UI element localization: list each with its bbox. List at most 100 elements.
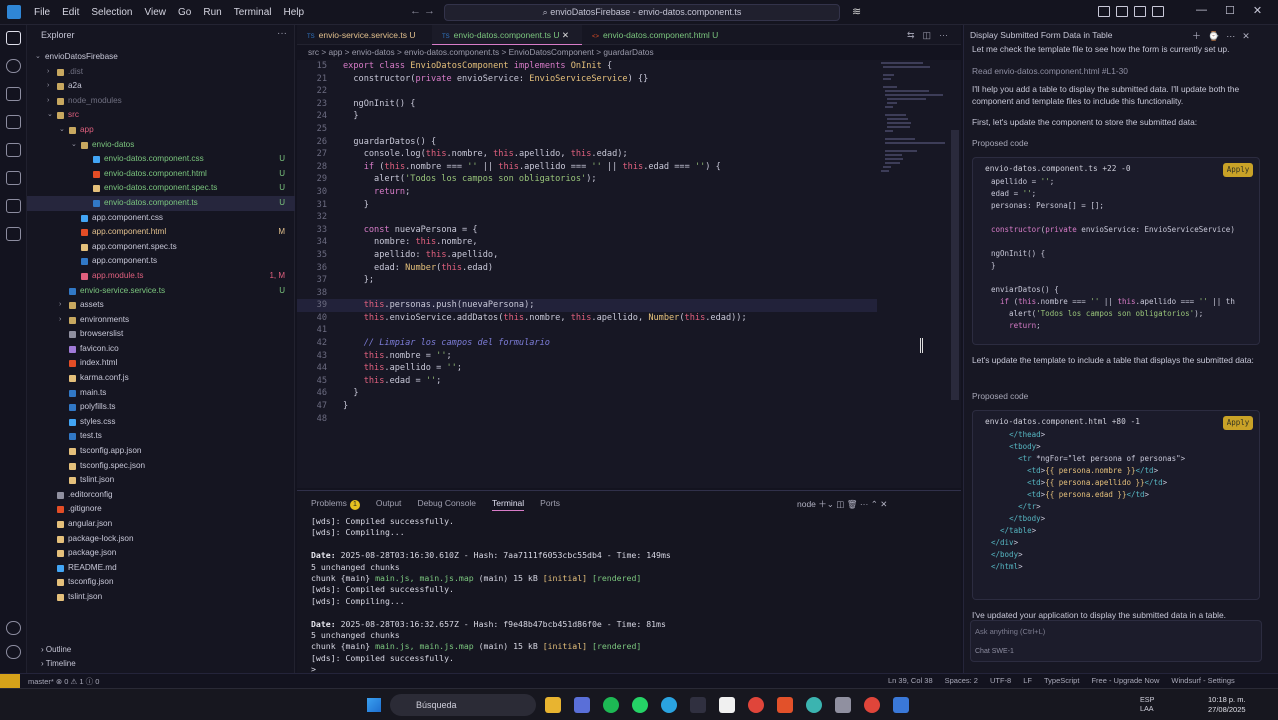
menu-help[interactable]: Help — [278, 7, 311, 18]
compare-icon[interactable]: ⇆ — [907, 30, 915, 41]
tree-item[interactable]: tslint.json — [27, 590, 295, 605]
run-debug-icon[interactable] — [6, 115, 21, 129]
tree-item[interactable]: › a2a — [27, 79, 295, 94]
customize-layout-icon[interactable] — [1152, 6, 1164, 17]
menu-view[interactable]: View — [139, 7, 173, 18]
toggle-sidebar-icon[interactable] — [1098, 6, 1110, 17]
tree-item[interactable]: envio-datos.component.ts U — [27, 195, 295, 211]
tree-item[interactable]: tsconfig.spec.json — [27, 459, 295, 474]
windows-start-icon[interactable] — [367, 698, 381, 712]
tree-item[interactable]: .gitignore — [27, 502, 295, 517]
vscode-app-icon[interactable] — [893, 697, 909, 713]
remote-explorer-icon[interactable] — [6, 143, 21, 157]
toggle-panel-icon[interactable] — [1116, 6, 1128, 17]
explorer-icon[interactable] — [6, 31, 21, 45]
menu-go[interactable]: Go — [172, 7, 197, 18]
tab-close-icon[interactable]: ✕ — [560, 30, 569, 40]
docker-icon[interactable] — [6, 227, 21, 241]
apply-button[interactable]: Apply — [1223, 163, 1253, 177]
tree-item[interactable]: karma.conf.js — [27, 371, 295, 386]
cursor-position[interactable]: Ln 39, Col 38 — [888, 676, 933, 685]
tree-item[interactable]: app.component.css — [27, 211, 295, 226]
tree-item[interactable]: tsconfig.json — [27, 575, 295, 590]
apply-button[interactable]: Apply — [1223, 416, 1253, 430]
tab-1[interactable]: TS envio-datos.component.ts U ✕ — [432, 25, 582, 45]
chat-actions[interactable]: ＋⌚⋯✕ — [1192, 29, 1257, 42]
command-center-search[interactable]: ⌕ envioDatosFirebase - envio-datos.compo… — [444, 4, 840, 21]
tree-item[interactable]: index.html — [27, 356, 295, 371]
close-window-icon[interactable]: ✕ — [1253, 4, 1262, 17]
chat-read-file[interactable]: Read envio-datos.component.html #L1-30 — [972, 65, 1267, 77]
tree-item[interactable]: polyfills.ts — [27, 400, 295, 415]
panel-tab-ports[interactable]: Ports — [540, 498, 560, 511]
terminal-output[interactable]: [wds]: Compiled successfully. [wds]: Comp… — [311, 516, 671, 675]
tree-item[interactable]: › node_modules — [27, 94, 295, 109]
edge-icon[interactable] — [806, 697, 822, 713]
line-ending[interactable]: LF — [1023, 676, 1032, 685]
testing-icon[interactable] — [6, 199, 21, 213]
code-block-filename[interactable]: envio-datos.component.html +80 -1 — [985, 417, 1140, 426]
tree-item[interactable]: main.ts — [27, 386, 295, 401]
tab-2[interactable]: <> envio-datos.component.html U — [582, 25, 742, 45]
source-control-icon[interactable] — [6, 87, 21, 101]
indentation[interactable]: Spaces: 2 — [945, 676, 978, 685]
notion-icon[interactable] — [719, 697, 735, 713]
panel-tab-debug-console[interactable]: Debug Console — [417, 498, 476, 511]
menu-file[interactable]: File — [28, 7, 56, 18]
tree-item[interactable]: envio-service.service.ts U — [27, 284, 295, 299]
taskbar-search[interactable]: Búsqueda — [390, 694, 536, 716]
tree-item[interactable]: favicon.ico — [27, 342, 295, 357]
tree-item[interactable]: styles.css — [27, 415, 295, 430]
settings-app-icon[interactable] — [574, 697, 590, 713]
tree-item[interactable]: angular.json — [27, 517, 295, 532]
file-explorer-icon[interactable] — [545, 697, 561, 713]
tree-item[interactable]: browserslist — [27, 327, 295, 342]
tree-item[interactable]: app.module.ts 1, M — [27, 269, 295, 284]
menu-terminal[interactable]: Terminal — [228, 7, 278, 18]
kill-terminal-icon[interactable]: 🗑 — [847, 499, 860, 509]
system-tray[interactable]: ESP LAA — [1140, 695, 1154, 713]
tree-item[interactable]: envio-datos.component.css U — [27, 152, 295, 167]
tree-item[interactable]: app.component.spec.ts — [27, 240, 295, 255]
windsurf-settings[interactable]: Windsurf - Settings — [1171, 676, 1234, 685]
tree-item[interactable]: › assets — [27, 298, 295, 313]
tree-item[interactable]: › environments — [27, 313, 295, 328]
nav-arrows-icon[interactable]: ← → — [410, 5, 435, 17]
close-panel-icon[interactable]: ✕ — [880, 499, 887, 509]
minimap[interactable] — [881, 62, 951, 172]
tree-item[interactable]: .editorconfig — [27, 488, 295, 503]
telegram-icon[interactable] — [661, 697, 677, 713]
split-editor-icon[interactable]: ◫ — [923, 30, 932, 41]
tree-item[interactable]: app.component.ts — [27, 254, 295, 269]
tree-item[interactable]: ⌄ envioDatosFirebase — [27, 50, 295, 65]
tab-0[interactable]: TS envio-service.service.ts U — [297, 25, 432, 45]
brave-icon[interactable] — [777, 697, 793, 713]
tree-item[interactable]: envio-datos.component.html U — [27, 167, 295, 182]
tree-item[interactable]: package-lock.json — [27, 532, 295, 547]
spotify-icon[interactable] — [603, 697, 619, 713]
more-actions-icon[interactable]: ··· — [277, 28, 287, 39]
menu-selection[interactable]: Selection — [85, 7, 138, 18]
tree-item[interactable]: app.component.html M — [27, 225, 295, 240]
tree-item[interactable]: envio-datos.component.spec.ts U — [27, 181, 295, 196]
code-editor[interactable]: 15 export class EnvioDatosComponent imple… — [297, 60, 961, 488]
minimize-icon[interactable]: — — [1196, 4, 1207, 17]
panel-more-icon[interactable]: ··· — [860, 499, 871, 509]
encoding[interactable]: UTF-8 — [990, 676, 1011, 685]
outline-section[interactable]: › Outline — [41, 645, 71, 654]
panel-tab-terminal[interactable]: Terminal — [492, 498, 525, 511]
tree-item[interactable]: test.ts — [27, 429, 295, 444]
split-terminal-icon[interactable]: ◫ — [836, 499, 846, 509]
chat-input[interactable]: Ask anything (Ctrl+L) Chat SWE-1 — [970, 620, 1262, 662]
language-mode[interactable]: TypeScript — [1044, 676, 1079, 685]
extensions-icon[interactable] — [6, 171, 21, 185]
maximize-icon[interactable]: ☐ — [1225, 4, 1235, 17]
upgrade-link[interactable]: Free - Upgrade Now — [1091, 676, 1159, 685]
chat-mode-selector[interactable]: Chat SWE-1 — [975, 648, 1014, 655]
whatsapp-icon[interactable] — [632, 697, 648, 713]
tree-item[interactable]: tslint.json — [27, 473, 295, 488]
tree-item[interactable]: ⌄ envio-datos — [27, 138, 295, 153]
tree-item[interactable]: › .dist — [27, 65, 295, 80]
toggle-secondary-sidebar-icon[interactable] — [1134, 6, 1146, 17]
menu-run[interactable]: Run — [197, 7, 227, 18]
